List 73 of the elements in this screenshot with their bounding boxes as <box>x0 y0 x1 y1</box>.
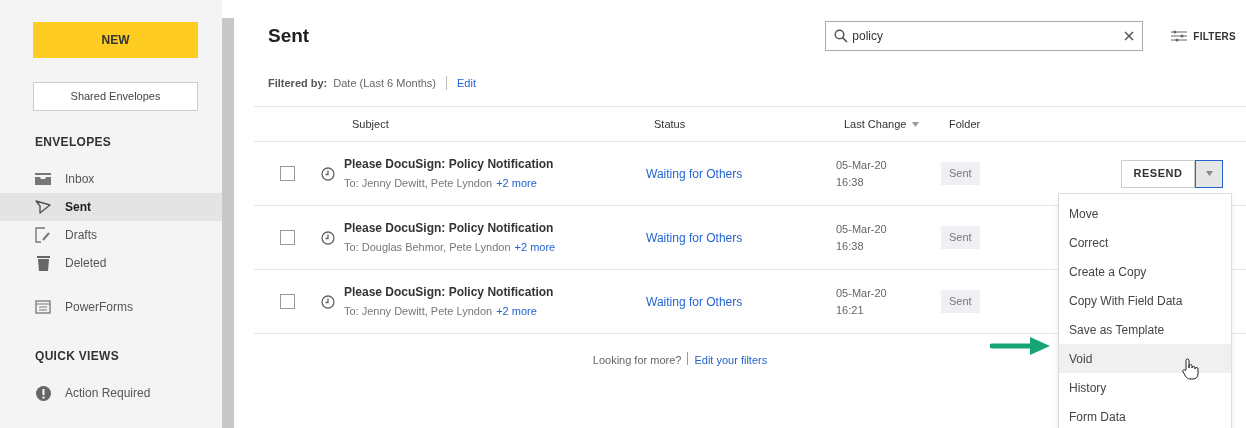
caret-icon <box>1205 171 1213 176</box>
more-recipients-link[interactable]: +2 more <box>496 303 537 320</box>
folder-tag: Sent <box>941 162 980 185</box>
section-heading: QUICK VIEWS <box>34 348 120 365</box>
edit-link[interactable]: Edit <box>457 74 476 92</box>
column-header[interactable]: Subject <box>352 115 654 133</box>
sidebar-item[interactable]: Deleted <box>0 249 222 277</box>
alert-icon <box>35 385 51 401</box>
new-button[interactable]: NEW <box>33 22 198 58</box>
section-heading: ENVELOPES <box>34 134 113 151</box>
scrollbar[interactable] <box>222 18 234 428</box>
search-icon <box>834 29 849 43</box>
time: 16:38 <box>836 238 865 254</box>
sidebar-item[interactable]: Drafts <box>0 221 222 249</box>
recipients: To: Douglas Behmor, Pete Lyndon <box>344 240 511 256</box>
recipients: To: Jenny Dewitt, Pete Lyndon <box>344 176 493 192</box>
form-icon <box>35 300 51 314</box>
menu-item[interactable]: Correct <box>1059 228 1231 257</box>
more-recipients-link[interactable]: +2 more <box>514 239 556 256</box>
menu-item[interactable]: History <box>1059 373 1231 402</box>
clock-icon <box>321 230 335 245</box>
search-field[interactable]: policy <box>825 21 1144 51</box>
column-header[interactable]: Status <box>654 115 844 133</box>
time: 16:21 <box>836 302 865 318</box>
hand-cursor-icon <box>1181 358 1199 380</box>
filters-button[interactable]: FILTERS <box>1171 28 1236 44</box>
folder-tag: Sent <box>941 290 980 313</box>
draft-pencil-icon <box>35 227 51 243</box>
sliders-icon <box>1171 30 1188 42</box>
trash-icon <box>36 255 50 271</box>
clock-icon <box>321 294 335 309</box>
date: 05-Mar-20 <box>836 286 888 301</box>
envelope-subject[interactable]: Please DocuSign: Policy Notification <box>344 219 646 238</box>
menu-item[interactable]: Form Data <box>1059 402 1231 428</box>
footer-text: Looking for more? <box>592 353 682 368</box>
sidebar-item[interactable]: PowerForms <box>0 293 222 321</box>
column-header[interactable]: Last Change <box>844 115 949 133</box>
arrow-icon <box>990 337 1050 355</box>
date: 05-Mar-20 <box>836 222 888 237</box>
more-recipients-link[interactable]: +2 more <box>496 175 537 192</box>
sort-caret-icon[interactable] <box>912 121 920 127</box>
sidebar-item[interactable]: Action Required <box>0 379 222 407</box>
menu-item[interactable]: Save as Template <box>1059 315 1231 344</box>
inbox-icon <box>35 173 51 185</box>
date: 05-Mar-20 <box>836 158 888 173</box>
checkbox[interactable] <box>280 294 295 309</box>
envelope-subject[interactable]: Please DocuSign: Policy Notification <box>344 155 646 174</box>
envelope-subject[interactable]: Please DocuSign: Policy Notification <box>344 283 646 302</box>
edit-filters-link[interactable]: Edit your filters <box>694 352 768 369</box>
recipients: To: Jenny Dewitt, Pete Lyndon <box>344 304 493 320</box>
column-header[interactable]: Folder <box>949 115 981 133</box>
menu-item[interactable]: Create a Copy <box>1059 257 1231 286</box>
clock-icon <box>321 166 335 181</box>
resend-button[interactable]: RESEND <box>1121 159 1195 188</box>
shared-envelopes-button[interactable]: Shared Envelopes <box>33 82 198 111</box>
dropdown-toggle-button[interactable] <box>1195 159 1223 188</box>
paper-plane-icon <box>35 200 51 214</box>
clear-icon[interactable] <box>1124 31 1135 41</box>
status-link[interactable]: Waiting for Others <box>646 292 743 311</box>
folder-tag: Sent <box>941 226 980 249</box>
filter-label: Filtered by: <box>268 75 328 91</box>
status-link[interactable]: Waiting for Others <box>646 164 743 183</box>
checkbox[interactable] <box>280 166 295 181</box>
checkbox[interactable] <box>280 230 295 245</box>
sidebar-item[interactable]: Inbox <box>0 165 222 193</box>
menu-item[interactable]: Void <box>1059 344 1231 373</box>
status-link[interactable]: Waiting for Others <box>646 228 743 247</box>
time: 16:38 <box>836 174 865 190</box>
sidebar-item[interactable]: Sent <box>0 193 222 221</box>
filter-value: Date (Last 6 Months) <box>333 75 436 91</box>
page-title: Sent <box>268 23 311 48</box>
menu-item[interactable]: Copy With Field Data <box>1059 286 1231 315</box>
menu-item[interactable]: Move <box>1059 199 1231 228</box>
